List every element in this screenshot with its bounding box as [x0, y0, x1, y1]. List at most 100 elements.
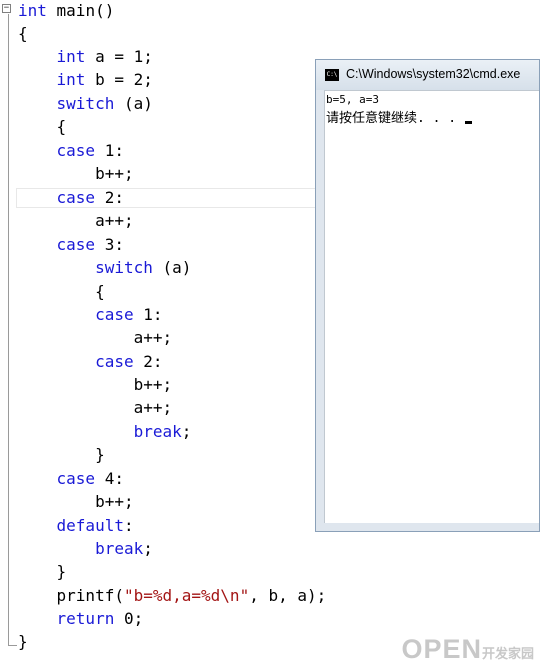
- code-text: {: [18, 282, 105, 301]
- watermark-subtitle: 开发家园: [481, 646, 534, 661]
- code-keyword: int: [56, 70, 86, 89]
- code-line: a++;: [18, 210, 134, 232]
- code-text: b++;: [18, 375, 173, 394]
- watermark-open-text: OPEN: [401, 634, 482, 664]
- code-line: int b = 2;: [18, 69, 153, 91]
- code-text: ;: [181, 422, 192, 441]
- code-text: }: [18, 632, 28, 651]
- code-line: case 1:: [18, 140, 124, 162]
- code-line: case 2:: [18, 351, 163, 373]
- code-line: b++;: [18, 491, 134, 513]
- code-text: :: [123, 516, 134, 535]
- code-text: (a): [114, 94, 153, 113]
- code-line: {: [18, 23, 28, 45]
- code-text: main(): [46, 1, 115, 20]
- cmd-window-icon: C:\: [325, 69, 339, 81]
- code-keyword: case: [56, 141, 96, 160]
- code-text: ;: [143, 539, 153, 558]
- code-line: a++;: [18, 397, 173, 419]
- code-line: int a = 1;: [18, 46, 153, 68]
- code-text: a++;: [18, 211, 134, 230]
- code-line: case 4:: [18, 468, 124, 490]
- code-line: b++;: [18, 374, 173, 396]
- code-keyword: break: [133, 422, 182, 441]
- console-output-line: 请按任意键继续. . .: [326, 111, 457, 126]
- cmd-title-bar[interactable]: C:\ C:\Windows\system32\cmd.exe: [316, 60, 539, 90]
- cmd-console-output[interactable]: b=5, a=3 请按任意键继续. . .: [324, 90, 539, 523]
- code-line: return 0;: [18, 608, 144, 630]
- code-text: printf(: [18, 586, 124, 605]
- code-line: case 2:: [18, 187, 124, 209]
- code-text: 4:: [95, 469, 124, 488]
- code-line: {: [18, 116, 67, 138]
- code-line: printf("b=%d,a=%d\n", b, a);: [18, 585, 327, 607]
- console-output-line: b=5, a=3: [326, 93, 379, 106]
- code-text: 1:: [133, 305, 163, 324]
- code-keyword: return: [56, 609, 115, 628]
- code-text: b = 2;: [85, 70, 153, 89]
- code-keyword: break: [95, 539, 144, 558]
- code-keyword: int: [18, 1, 47, 20]
- code-line: break;: [18, 538, 153, 560]
- code-text: 0;: [114, 609, 144, 628]
- console-cursor: [465, 121, 472, 124]
- code-text: a = 1;: [85, 47, 153, 66]
- code-text: b++;: [18, 164, 134, 183]
- code-text: b++;: [18, 492, 134, 511]
- code-keyword: case: [56, 235, 96, 254]
- code-keyword: case: [95, 305, 134, 324]
- code-line: switch (a): [18, 257, 191, 279]
- code-line: b++;: [18, 163, 134, 185]
- watermark-logo: OPEN开发家园: [401, 634, 534, 665]
- code-text: 2:: [95, 188, 124, 207]
- code-text: {: [18, 24, 28, 43]
- code-line: {: [18, 281, 105, 303]
- code-keyword: default: [56, 516, 124, 535]
- code-keyword: int: [56, 47, 86, 66]
- code-text: }: [18, 562, 67, 581]
- code-line: break;: [18, 421, 192, 443]
- code-keyword: switch: [95, 258, 153, 277]
- cmd-window[interactable]: C:\ C:\Windows\system32\cmd.exe b=5, a=3…: [315, 59, 540, 532]
- code-line: a++;: [18, 327, 173, 349]
- cmd-title: C:\Windows\system32\cmd.exe: [346, 67, 521, 81]
- code-line: switch (a): [18, 93, 153, 115]
- code-keyword: switch: [56, 94, 115, 113]
- code-line: case 3:: [18, 234, 124, 256]
- code-line: int main(): [18, 0, 114, 22]
- code-text: {: [18, 117, 67, 136]
- code-text: a++;: [18, 328, 173, 347]
- code-string: "b=%d,a=%d\n": [123, 586, 250, 605]
- code-line: }: [18, 631, 28, 653]
- code-keyword: case: [95, 352, 134, 371]
- fold-collapse-icon[interactable]: −: [2, 4, 11, 13]
- code-text: , b, a);: [249, 586, 327, 605]
- fold-guide-line: [8, 14, 9, 646]
- code-text: (a): [152, 258, 192, 277]
- code-line: }: [18, 561, 67, 583]
- code-text: 3:: [95, 235, 124, 254]
- code-text: 2:: [133, 352, 163, 371]
- code-text: }: [18, 445, 105, 464]
- code-line: default:: [18, 515, 134, 537]
- code-line: case 1:: [18, 304, 163, 326]
- code-keyword: case: [56, 469, 96, 488]
- fold-guide-end: [8, 645, 17, 646]
- code-keyword: case: [56, 188, 96, 207]
- code-text: 1:: [95, 141, 124, 160]
- code-line: }: [18, 444, 105, 466]
